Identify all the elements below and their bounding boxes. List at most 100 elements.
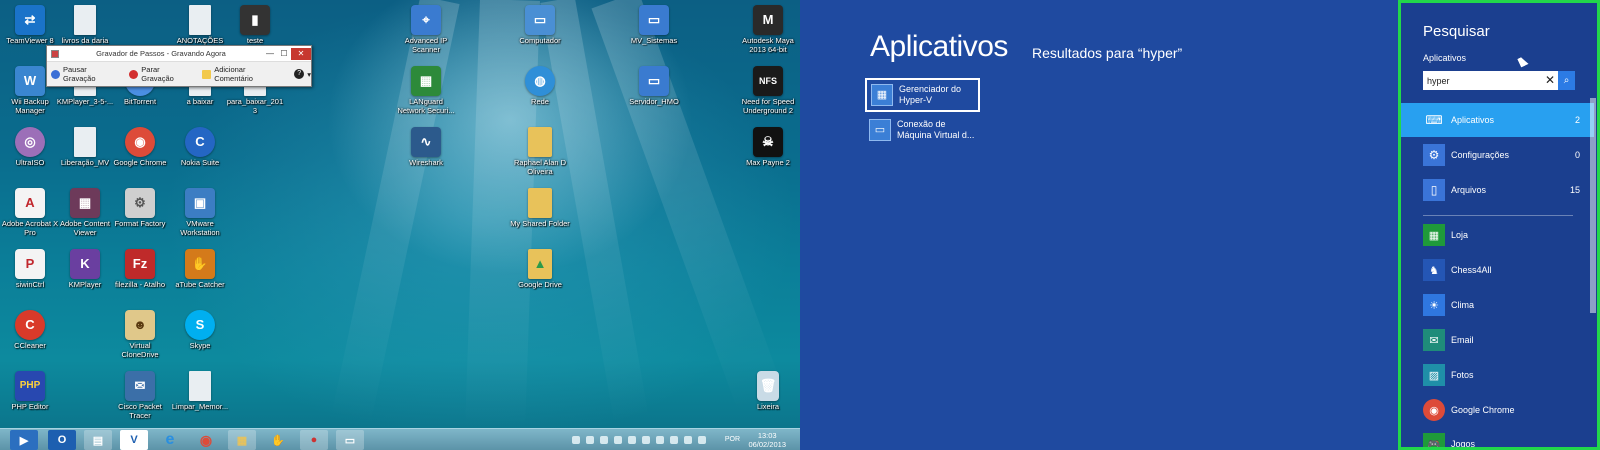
desktop-icon[interactable]: Limpar_Memor...: [170, 371, 230, 412]
remote-desktop-icon[interactable]: ▭: [336, 430, 364, 450]
desktop-icon[interactable]: C CCleaner: [0, 310, 60, 351]
desktop-icon[interactable]: ⌖ Advanced IP Scanner: [396, 5, 456, 54]
search-category-files[interactable]: ▯ Arquivos 15: [1401, 173, 1594, 207]
adobe-viewer-icon: ▦: [70, 188, 100, 218]
desktop-icon[interactable]: Raphael Alan D Oliveira: [510, 127, 570, 176]
steps-recorder-title: Gravador de Passos - Gravando Agora: [96, 49, 226, 58]
format-factory-icon: ⚙: [125, 188, 155, 218]
desktop-icon[interactable]: My Shared Folder: [510, 188, 570, 229]
desktop-icon[interactable]: ☠ Max Payne 2: [738, 127, 798, 168]
desktop-icon[interactable]: M Autodesk Maya 2013 64-bit: [738, 5, 798, 54]
atube-taskbar-icon[interactable]: ✋: [264, 430, 292, 450]
teamviewer-icon: ⇄: [15, 5, 45, 35]
media-player-icon[interactable]: ▶: [10, 430, 38, 450]
desktop-icon[interactable]: ◎ UltraISO: [0, 127, 60, 168]
clonedrive-icon: ☻: [125, 310, 155, 340]
desktop-icon[interactable]: ▲ Google Drive: [510, 249, 570, 290]
results-subtitle: Resultados para “hyper”: [1032, 45, 1183, 61]
tray-icon[interactable]: [684, 436, 692, 444]
visual-studio-icon[interactable]: V: [120, 430, 148, 450]
maxpayne-icon: ☠: [753, 127, 783, 157]
desktop-icon[interactable]: ☻ Virtual CloneDrive: [110, 310, 170, 359]
desktop-icon[interactable]: ✉ Cisco Packet Tracer: [110, 371, 170, 420]
desktop-icon[interactable]: ▭ MV_Sistemas: [624, 5, 684, 46]
nfs-icon: NFS: [753, 66, 783, 96]
desktop-icon[interactable]: ▮ teste: [225, 5, 285, 46]
desktop-icon[interactable]: ▦ LANguard Network Securi...: [396, 66, 456, 115]
maximize-button[interactable]: ☐: [277, 48, 291, 60]
search-category-apps[interactable]: ⌨ Aplicativos 2: [1401, 103, 1594, 137]
chrome-taskbar-icon[interactable]: ◉: [192, 430, 220, 450]
search-app-games[interactable]: 🎮 Jogos: [1423, 431, 1583, 447]
search-app-chess4all[interactable]: ♞ Chess4All: [1423, 257, 1583, 283]
search-input[interactable]: [1423, 72, 1542, 89]
steps-recorder-titlebar[interactable]: Gravador de Passos - Gravando Agora — ☐ …: [47, 46, 311, 62]
desktop-icon[interactable]: ∿ Wireshark: [396, 127, 456, 168]
chess-icon: ♞: [1423, 259, 1445, 281]
tray-icon[interactable]: [600, 436, 608, 444]
language-indicator[interactable]: POR: [725, 436, 740, 443]
desktop-icon[interactable]: C Nokia Suite: [170, 127, 230, 168]
steps-recorder-app-icon: [51, 49, 59, 58]
search-app-photos[interactable]: ▨ Fotos: [1423, 362, 1583, 388]
search-category-settings[interactable]: ⚙ Configurações 0: [1401, 138, 1594, 172]
desktop-icon[interactable]: K KMPlayer: [55, 249, 115, 290]
desktop-icon[interactable]: Fz filezilla - Atalho: [110, 249, 170, 290]
add-comment-button[interactable]: Adicionar Comentário: [202, 65, 286, 83]
desktop-icon[interactable]: NFS Need for Speed Underground 2: [738, 66, 798, 115]
tray-icon[interactable]: [642, 436, 650, 444]
desktop-icon[interactable]: ▦ Adobe Content Viewer: [55, 188, 115, 237]
tray-icon[interactable]: [698, 436, 706, 444]
scrollbar[interactable]: [1590, 98, 1596, 313]
search-app-weather[interactable]: ☀ Clima: [1423, 292, 1583, 318]
clock[interactable]: 13:03 06/02/2013: [748, 431, 786, 449]
network-map-icon[interactable]: ▤: [84, 430, 112, 450]
desktop-icon[interactable]: PHP PHP Editor: [0, 371, 60, 412]
result-label: Gerenciador do: [899, 84, 962, 94]
minimize-button[interactable]: —: [263, 48, 277, 60]
desktop-icon[interactable]: PsiwinCtrl: [0, 249, 60, 290]
steps-recorder-window[interactable]: Gravador de Passos - Gravando Agora — ☐ …: [46, 45, 312, 87]
outlook-icon[interactable]: O: [48, 430, 76, 450]
stop-recording-button[interactable]: Parar Gravação: [129, 65, 194, 83]
tray-icon[interactable]: [614, 436, 622, 444]
desktop-icon[interactable]: A Adobe Acrobat X Pro: [0, 188, 60, 237]
pause-recording-button[interactable]: Pausar Gravação: [51, 65, 121, 83]
desktop-icon[interactable]: 🗑 Lixeira: [738, 371, 798, 412]
tray-icon[interactable]: [586, 436, 594, 444]
desktop-icon[interactable]: ◍ Rede: [510, 66, 570, 107]
atube-icon: ✋: [185, 249, 215, 279]
php-icon: PHP: [15, 371, 45, 401]
close-button[interactable]: ✕: [291, 47, 311, 60]
result-hyper-v-manager[interactable]: ▦ Gerenciador do Hyper-V: [865, 78, 980, 112]
tray-icon[interactable]: [628, 436, 636, 444]
desktop-icon[interactable]: ▭ Servidor_HMO: [624, 66, 684, 107]
search-charm-pane: Pesquisar Aplicativos ✕ ⌕ ⌨ Aplicativos …: [1398, 0, 1600, 450]
tray-icon[interactable]: [656, 436, 664, 444]
search-app-mail[interactable]: ✉ Email: [1423, 327, 1583, 353]
tray-icon[interactable]: [670, 436, 678, 444]
desktop-icon[interactable]: ANOTAÇÕES: [170, 5, 230, 46]
desktop-icon[interactable]: livros da daria: [55, 5, 115, 46]
desktop-icon[interactable]: Liberação_MV: [55, 127, 115, 168]
desktop-icon[interactable]: ▭ Computador: [510, 5, 570, 46]
desktop-icon[interactable]: ⚙ Format Factory: [110, 188, 170, 229]
user-folder-icon: [528, 127, 552, 157]
clear-search-button[interactable]: ✕: [1542, 72, 1558, 89]
light-ray: [331, 0, 460, 425]
result-vm-connection[interactable]: ▭ Conexão de Máquina Virtual d...: [865, 115, 980, 149]
desktop-icon[interactable]: ◉ Google Chrome: [110, 127, 170, 168]
help-button[interactable]: ? ▾: [294, 69, 311, 79]
record-icon[interactable]: ●: [300, 430, 328, 450]
search-app-chrome[interactable]: ◉ Google Chrome: [1423, 397, 1583, 423]
explorer-icon[interactable]: ▦: [228, 430, 256, 450]
desktop-icon[interactable]: ▣ VMware Workstation: [170, 188, 230, 237]
filezilla-icon: Fz: [125, 249, 155, 279]
internet-explorer-icon[interactable]: e: [156, 430, 184, 450]
tray-icon[interactable]: [572, 436, 580, 444]
search-button[interactable]: ⌕: [1558, 71, 1575, 90]
desktop-icon[interactable]: ✋ aTube Catcher: [170, 249, 230, 290]
desktop-icon[interactable]: S Skype: [170, 310, 230, 351]
search-app-store[interactable]: ▦ Loja: [1423, 222, 1583, 248]
desktop-icon[interactable]: ⇄ TeamViewer 8: [0, 5, 60, 46]
